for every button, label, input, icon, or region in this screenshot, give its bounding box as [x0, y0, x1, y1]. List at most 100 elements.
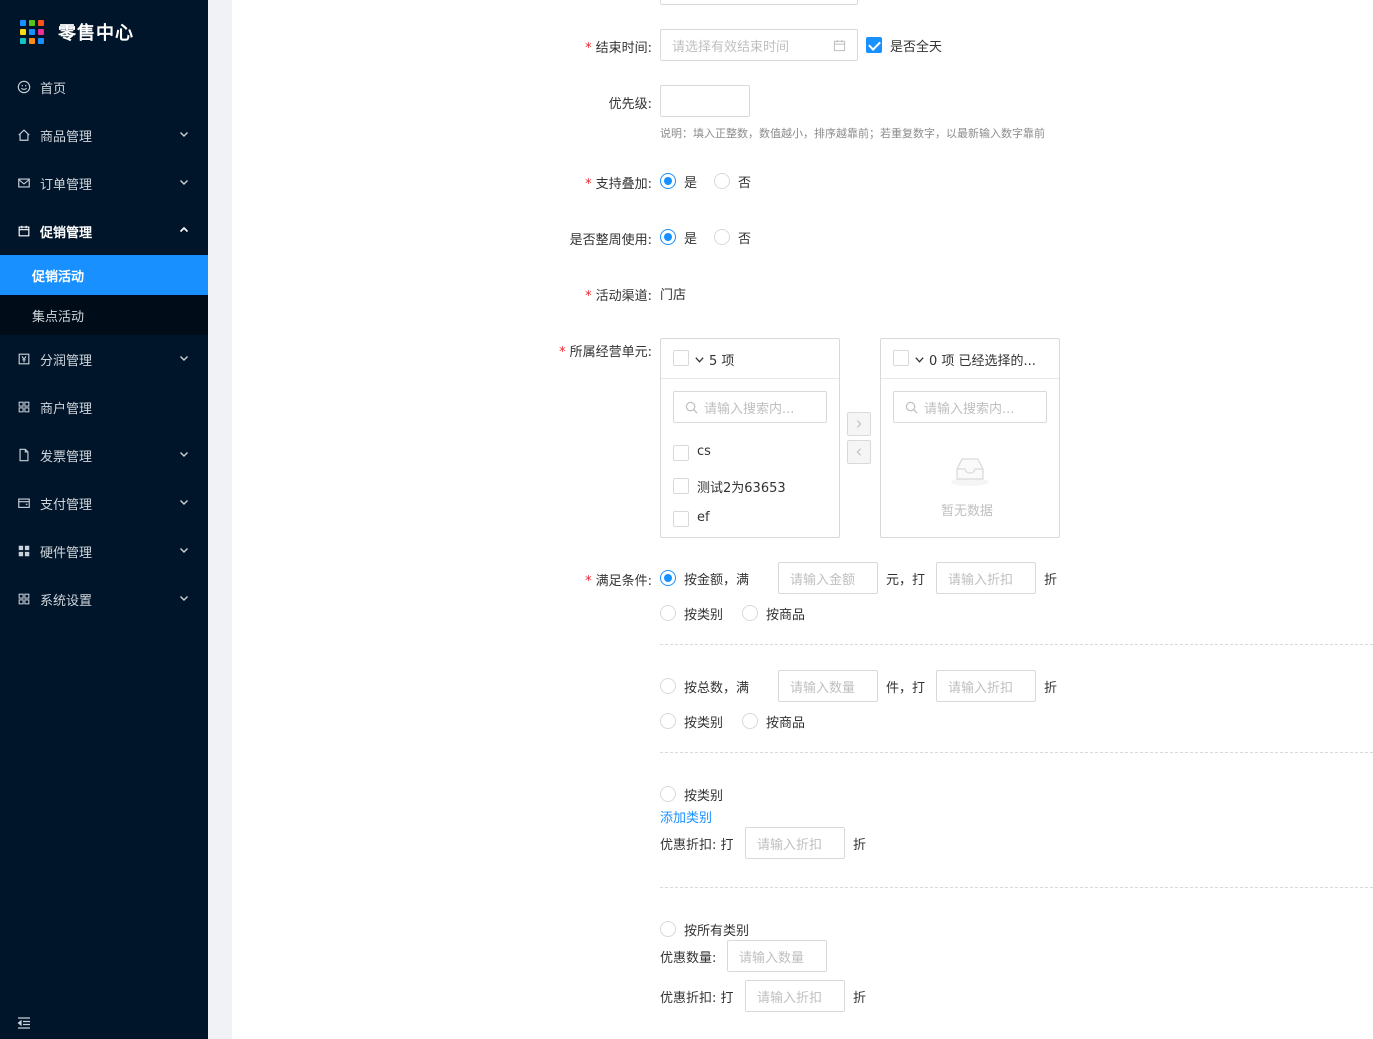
category-discount-input[interactable]: 请输入折扣 [745, 827, 845, 859]
stackable-no-label: 否 [738, 176, 752, 191]
amount-scope-product-label: 按商品 [766, 608, 806, 623]
transfer-source-select-all[interactable] [673, 350, 689, 366]
sidebar-item-label: 促销活动 [32, 269, 85, 285]
count-scope-category-label: 按类别 [684, 716, 724, 731]
sidebar-subitem-promotion-activity[interactable]: 促销活动 [0, 255, 208, 295]
stackable-no-radio[interactable] [714, 173, 730, 189]
transfer-source-list: 5 项 请输入搜索内... cs 测试2为63653 ef [660, 338, 840, 538]
count-scope-product-radio[interactable] [742, 713, 758, 729]
amount-threshold-input[interactable]: 请输入金额 [778, 562, 878, 594]
chevron-down-icon[interactable] [914, 354, 925, 365]
sidebar-item-label: 商户管理 [40, 401, 93, 417]
all-category-qty-input[interactable]: 请输入数量 [727, 940, 827, 972]
sidebar-subitem-points-activity[interactable]: 集点活动 [0, 295, 208, 335]
transfer-item-label: cs [697, 444, 711, 459]
chevron-down-icon [180, 596, 188, 601]
sidebar-item-label: 发票管理 [40, 449, 93, 465]
transfer-empty-text: 暂无数据 [941, 504, 994, 519]
app-grid-icon [20, 20, 44, 44]
sidebar-menu: 首页 商品管理 订单管理 促销管理 促销活动 集点活动 分润管理 商户管理 发票… [0, 63, 208, 623]
home-icon [16, 127, 32, 143]
transfer-move-left-button[interactable] [847, 440, 871, 464]
allday-checkbox[interactable] [866, 37, 882, 53]
transfer-item-checkbox[interactable] [673, 445, 689, 461]
transfer-move-right-button[interactable] [847, 412, 871, 436]
priority-input[interactable] [660, 85, 750, 117]
add-category-link[interactable]: 添加类别 [660, 807, 712, 826]
sidebar-item-orders[interactable]: 订单管理 [0, 159, 208, 207]
all-category-discount-label: 优惠折扣: 打 [660, 991, 734, 1006]
condition-count-label: 按总数，满 [684, 681, 750, 696]
amount-discount-input[interactable]: 请输入折扣 [936, 562, 1036, 594]
transfer-source-count: 5 项 [709, 354, 735, 369]
whole-week-yes-radio[interactable] [660, 229, 676, 245]
sidebar: 零售中心 首页 商品管理 订单管理 促销管理 促销活动 集点活动 分润管理 商户… [0, 0, 208, 1039]
amount-scope-category-label: 按类别 [684, 608, 724, 623]
stackable-yes-radio[interactable] [660, 173, 676, 189]
transfer-target-list: 0 项 已经选择的... 请输入搜索内... 暂无数据 [880, 338, 1060, 538]
transfer-target-select-all[interactable] [893, 350, 909, 366]
chevron-up-icon [179, 226, 189, 233]
chevron-down-icon [180, 452, 188, 457]
sidebar-item-profit-sharing[interactable]: 分润管理 [0, 335, 208, 383]
app-logo[interactable]: 零售中心 [20, 18, 134, 46]
transfer-item-checkbox[interactable] [673, 511, 689, 527]
condition-by-category-radio[interactable] [660, 786, 676, 802]
app-title: 零售中心 [58, 23, 134, 44]
promotions-submenu: 促销活动 集点活动 [0, 255, 208, 335]
sidebar-item-label: 支付管理 [40, 497, 93, 513]
amount-scope-product-radio[interactable] [742, 605, 758, 621]
count-threshold-input[interactable]: 请输入数量 [778, 670, 878, 702]
sidebar-item-label: 商品管理 [40, 129, 93, 145]
transfer-item-checkbox[interactable] [673, 478, 689, 494]
condition-amount-radio[interactable] [660, 570, 676, 586]
file-icon [16, 447, 32, 463]
condition-label: * 满足条件: [585, 574, 652, 589]
grid-filled-icon [16, 543, 32, 559]
transfer-source-search[interactable]: 请输入搜索内... [673, 391, 827, 423]
start-time-input[interactable] [660, 0, 858, 5]
sidebar-item-products[interactable]: 商品管理 [0, 111, 208, 159]
transfer-target-search[interactable]: 请输入搜索内... [893, 391, 1047, 423]
sidebar-item-payments[interactable]: 支付管理 [0, 479, 208, 527]
condition-all-category-label: 按所有类别 [684, 924, 750, 939]
sidebar-item-label: 首页 [40, 81, 67, 97]
condition-amount-label: 按金额，满 [684, 573, 750, 588]
sidebar-item-invoices[interactable]: 发票管理 [0, 431, 208, 479]
condition-count-radio[interactable] [660, 678, 676, 694]
allday-label: 是否全天 [890, 40, 943, 55]
transfer-item-label: ef [697, 510, 710, 525]
sidebar-item-settings[interactable]: 系统设置 [0, 575, 208, 623]
whole-week-no-label: 否 [738, 232, 752, 247]
sidebar-item-label: 促销管理 [40, 225, 93, 241]
end-time-picker[interactable]: 请选择有效结束时间 [660, 29, 858, 61]
sidebar-item-home[interactable]: 首页 [0, 63, 208, 111]
sidebar-item-merchants[interactable]: 商户管理 [0, 383, 208, 431]
business-unit-label: * 所属经营单元: [559, 345, 652, 360]
transfer-item-label: 测试2为63653 [697, 481, 786, 496]
sidebar-item-label: 分润管理 [40, 353, 93, 369]
chevron-down-icon[interactable] [694, 354, 705, 365]
priority-label: 优先级: [608, 97, 652, 112]
search-icon [685, 401, 698, 414]
whole-week-no-radio[interactable] [714, 229, 730, 245]
search-icon [905, 401, 918, 414]
content-gutter [208, 0, 232, 1039]
count-scope-category-radio[interactable] [660, 713, 676, 729]
amount-suffix-text: 折 [1044, 573, 1058, 588]
section-divider [660, 644, 1373, 645]
sidebar-item-hardware[interactable]: 硬件管理 [0, 527, 208, 575]
whole-week-label: 是否整周使用: [569, 233, 652, 248]
smile-icon [16, 79, 32, 95]
amount-scope-category-radio[interactable] [660, 605, 676, 621]
menu-fold-icon[interactable] [16, 1015, 32, 1031]
condition-by-category-label: 按类别 [684, 789, 724, 804]
all-category-discount-input[interactable]: 请输入折扣 [745, 980, 845, 1012]
stackable-label: * 支持叠加: [585, 177, 652, 192]
count-discount-input[interactable]: 请输入折扣 [936, 670, 1036, 702]
sidebar-item-label: 系统设置 [40, 593, 93, 609]
chevron-down-icon [180, 548, 188, 553]
condition-all-category-radio[interactable] [660, 921, 676, 937]
sidebar-item-promotions[interactable]: 促销管理 [0, 207, 208, 255]
all-category-qty-label: 优惠数量: [660, 951, 717, 966]
